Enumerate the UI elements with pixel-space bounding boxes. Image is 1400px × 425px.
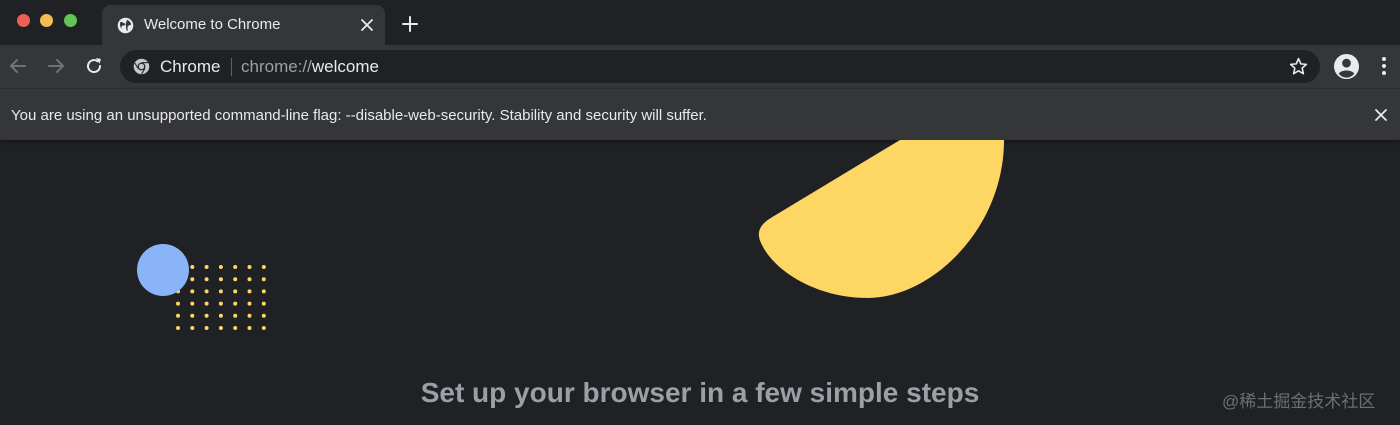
- grid-dot: [247, 301, 252, 306]
- grid-dot: [204, 313, 209, 318]
- grid-dot: [204, 326, 209, 330]
- tab-welcome[interactable]: Welcome to Chrome: [102, 5, 385, 45]
- grid-dot: [204, 301, 209, 306]
- globe-icon: [117, 17, 134, 34]
- new-tab-plus-icon[interactable]: [401, 15, 419, 33]
- grid-dot: [218, 301, 223, 306]
- grid-dot: [233, 289, 238, 294]
- grid-dot: [247, 289, 252, 294]
- grid-dot: [233, 301, 238, 306]
- tab-close-icon[interactable]: [360, 18, 374, 32]
- reload-icon[interactable]: [84, 56, 104, 76]
- infobar-message: You are using an unsupported command-lin…: [11, 107, 707, 124]
- tab-title: Welcome to Chrome: [144, 16, 281, 33]
- grid-dot: [218, 289, 223, 294]
- warning-infobar: You are using an unsupported command-lin…: [0, 88, 1400, 140]
- grid-dot: [261, 301, 266, 306]
- grid-dot: [261, 265, 266, 269]
- dot-grid: [176, 265, 266, 330]
- grid-dot: [190, 265, 195, 269]
- grid-dot: [204, 277, 209, 282]
- omnibox-divider: [231, 58, 232, 76]
- grid-dot: [233, 277, 238, 282]
- grid-dot: [247, 265, 252, 269]
- grid-dot: [218, 277, 223, 282]
- url-scheme: chrome://: [241, 57, 312, 76]
- yellow-half-circle-decoration: [758, 140, 1004, 298]
- url-text[interactable]: chrome://welcome: [241, 57, 379, 77]
- grid-dot: [190, 277, 195, 282]
- grid-dot: [233, 265, 238, 269]
- grid-dot: [261, 289, 266, 294]
- grid-dot: [218, 326, 223, 330]
- grid-dot: [176, 326, 180, 330]
- tab-strip: Welcome to Chrome: [0, 0, 1400, 45]
- grid-dot: [190, 289, 195, 294]
- grid-dot: [190, 313, 195, 318]
- grid-dot: [261, 313, 266, 318]
- grid-dot: [218, 265, 223, 269]
- window-close-button[interactable]: [17, 14, 30, 27]
- browser-toolbar: Chrome chrome://welcome: [0, 45, 1400, 88]
- grid-dot: [218, 313, 223, 318]
- back-arrow-icon[interactable]: [8, 56, 28, 76]
- site-label: Chrome: [160, 57, 221, 76]
- address-bar[interactable]: Chrome chrome://welcome: [120, 50, 1320, 83]
- grid-dot: [190, 326, 195, 330]
- url-host: welcome: [311, 57, 379, 76]
- infobar-close-icon[interactable]: [1374, 108, 1388, 122]
- profile-avatar-icon[interactable]: [1333, 53, 1360, 80]
- grid-dot: [261, 277, 266, 282]
- grid-dot: [233, 326, 238, 330]
- page-headline: Set up your browser in a few simple step…: [420, 377, 980, 408]
- chrome-logo-icon: [133, 58, 150, 75]
- grid-dot: [233, 313, 238, 318]
- star-icon[interactable]: [1288, 56, 1309, 77]
- grid-dot: [204, 265, 209, 269]
- grid-dot: [204, 289, 209, 294]
- grid-dot: [190, 301, 195, 306]
- grid-dot: [261, 326, 266, 330]
- forward-arrow-icon[interactable]: [46, 56, 66, 76]
- blue-circle-decoration: [137, 244, 189, 296]
- window-maximize-button[interactable]: [64, 14, 77, 27]
- watermark-text: @稀土掘金技术社区: [1222, 392, 1376, 411]
- kebab-menu-icon[interactable]: [1374, 55, 1394, 77]
- grid-dot: [176, 313, 180, 318]
- grid-dot: [247, 313, 252, 318]
- grid-dot: [247, 326, 252, 330]
- grid-dot: [247, 277, 252, 282]
- window-minimize-button[interactable]: [40, 14, 53, 27]
- welcome-page: Set up your browser in a few simple step…: [0, 140, 1400, 425]
- grid-dot: [176, 301, 180, 306]
